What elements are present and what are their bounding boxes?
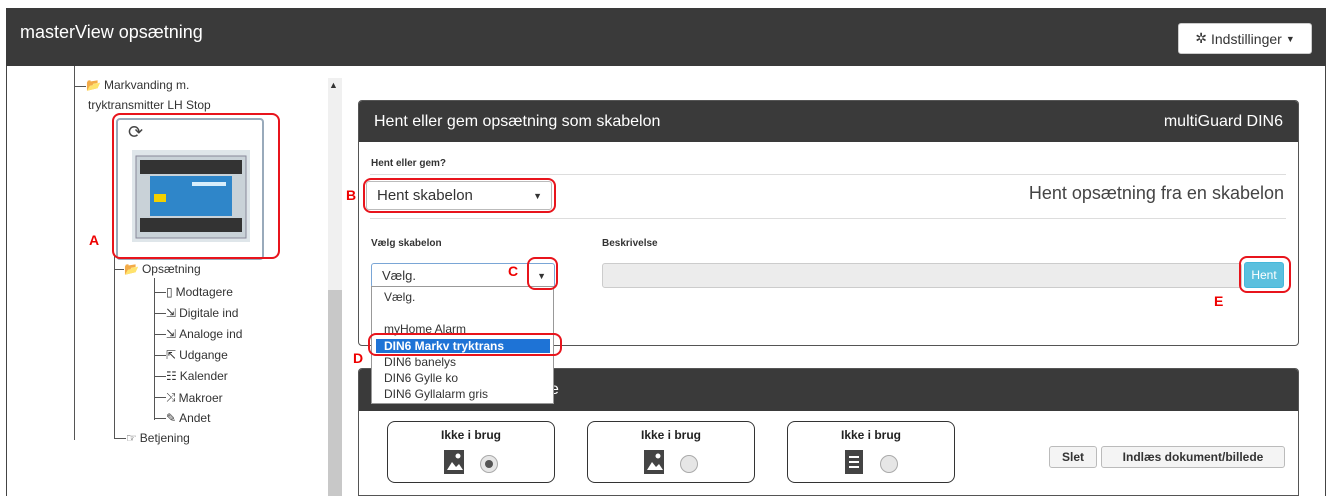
io-box-label: Ikke i brug: [840, 428, 902, 442]
tree-node-label: Betjening: [139, 431, 190, 445]
annotation-highlight-a: [112, 113, 280, 259]
panel-caption: Hent opsætning fra en skabelon: [1028, 183, 1284, 203]
dropdown-option[interactable]: DIN6 Gylle ko: [384, 371, 458, 385]
tree-node-label-continued: tryktransmitter LH Stop: [88, 98, 211, 112]
dropdown-option[interactable]: DIN6 banelys: [384, 355, 456, 369]
folder-open-icon: 📂: [124, 262, 139, 276]
load-document-button[interactable]: Indlæs dokument/billede: [1101, 446, 1285, 468]
panel-title: Hent eller gem opsætning som skabelon: [374, 112, 661, 130]
input-icon: ⇲: [166, 306, 177, 320]
divider: [370, 218, 1286, 219]
app-title: masterView opsætning: [20, 22, 203, 42]
annotation-highlight-d: [368, 333, 562, 356]
dropdown-option[interactable]: DIN6 Gyllalarm gris: [384, 387, 488, 401]
settings-button[interactable]: ✲ Indstillinger ▼: [1178, 23, 1312, 54]
annotation-highlight-b: [363, 178, 556, 213]
radio-button[interactable]: [480, 455, 498, 473]
annotation-highlight-c: [527, 257, 558, 290]
tree-node-udgange[interactable]: ⇱ Udgange: [166, 348, 228, 362]
calendar-icon: ☷: [166, 369, 177, 383]
io-box: Ikke i brug: [787, 421, 955, 483]
radio-button[interactable]: [680, 455, 698, 473]
template-value: Vælg.: [382, 268, 416, 283]
tree-node-label: Kalender: [179, 369, 228, 383]
tree-node-label: Makroer: [178, 390, 223, 405]
radio-button[interactable]: [880, 455, 898, 473]
tree-node-label: Modtagere: [175, 285, 233, 299]
output-icon: ⇱: [166, 348, 177, 362]
tree-node-label: Andet: [179, 411, 211, 425]
gear-icon: ✲: [1195, 30, 1207, 46]
io-box-label: Ikke i brug: [640, 428, 702, 442]
annotation-highlight-e: [1239, 256, 1291, 293]
hand-pointer-icon: ☞: [126, 431, 137, 445]
io-box-label: Ikke i brug: [440, 428, 502, 442]
tree-node-andet[interactable]: ✎ Andet: [166, 411, 210, 425]
edit-icon: ✎: [166, 411, 177, 425]
tree-node-label: Udgange: [179, 348, 228, 362]
panel-header: Hent eller gem opsætning som skabelon mu…: [359, 101, 1298, 142]
annotation-label-b: B: [346, 187, 357, 203]
annotation-label-e: E: [1214, 293, 1224, 309]
tree-node-analoge-ind[interactable]: ⇲ Analoge ind: [166, 327, 242, 341]
tree-node-modtagere[interactable]: ▯ Modtagere: [166, 285, 233, 299]
image-icon: [444, 450, 464, 474]
tree-node-kalender[interactable]: ☷ Kalender: [166, 369, 228, 383]
tree-node-digitale-ind[interactable]: ⇲ Digitale ind: [166, 306, 238, 320]
scrollbar-thumb[interactable]: [328, 290, 342, 496]
tree-node-betjening[interactable]: ☞ Betjening: [126, 431, 190, 445]
settings-label: Indstillinger: [1210, 30, 1282, 47]
tree-node-label: Markvanding m.: [103, 78, 190, 92]
tree-node-markvanding[interactable]: 📂 Markvanding m.: [86, 78, 189, 92]
device-name: multiGuard DIN6: [1163, 112, 1283, 130]
annotation-label-d: D: [353, 350, 364, 366]
io-box: Ikke i brug: [387, 421, 555, 483]
annotation-label-a: A: [89, 232, 100, 248]
tree-node-opsaetning[interactable]: 📂 Opsætning: [124, 262, 201, 276]
shuffle-icon: ⤨: [166, 390, 176, 404]
io-box: Ikke i brug: [587, 421, 755, 483]
tree-node-label: Analoge ind: [179, 327, 243, 341]
description-field: [602, 263, 1242, 288]
dropdown-option[interactable]: Vælg.: [384, 290, 415, 304]
top-bar: masterView opsætning ✲ Indstillinger ▼: [6, 8, 1326, 66]
load-save-label: Hent eller gem?: [371, 158, 447, 169]
image-icon: [644, 450, 664, 474]
caret-down-icon: ▼: [1285, 33, 1295, 44]
receiver-icon: ▯: [166, 285, 173, 299]
scroll-up-arrow-icon[interactable]: ▲: [329, 80, 338, 90]
divider: [370, 174, 1286, 175]
delete-button[interactable]: Slet: [1049, 446, 1097, 468]
document-icon: [845, 450, 863, 474]
tree-node-label: Digitale ind: [179, 306, 239, 320]
annotation-label-c: C: [508, 263, 519, 279]
tree-node-makroer[interactable]: ⤨ Makroer: [166, 390, 223, 405]
folder-open-icon: 📂: [86, 78, 101, 92]
description-label: Beskrivelse: [602, 238, 658, 249]
tree-node-label: Opsætning: [141, 262, 201, 276]
input-icon: ⇲: [166, 327, 177, 341]
template-label: Vælg skabelon: [371, 238, 442, 249]
